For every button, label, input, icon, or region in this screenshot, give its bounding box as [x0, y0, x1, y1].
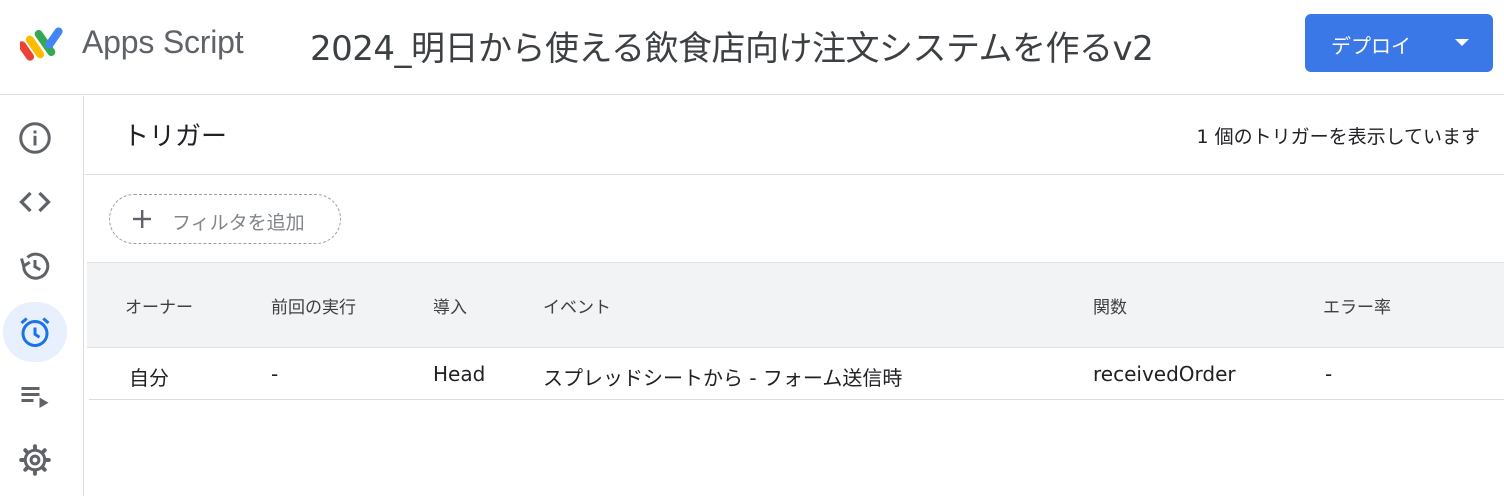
triggers-panel: トリガー 1 個のトリガーを表示しています フィルタを追加 オーナー 前回の実行…: [85, 96, 1504, 496]
code-icon: [19, 191, 51, 213]
gear-icon: [19, 444, 51, 476]
cell-function: receivedOrder: [1093, 362, 1236, 386]
cell-owner: 自分: [129, 366, 169, 390]
project-title[interactable]: 2024_明日から使える飲食店向け注文システムを作るv2: [310, 21, 1154, 70]
column-header-owner[interactable]: オーナー: [125, 293, 193, 318]
column-header-last-run[interactable]: 前回の実行: [271, 293, 356, 318]
column-header-deployment[interactable]: 導入: [433, 293, 467, 318]
deploy-button[interactable]: デプロイ: [1305, 14, 1493, 72]
history-icon: [20, 252, 50, 280]
sidebar-item-history[interactable]: [3, 236, 67, 296]
table-row[interactable]: 自分 - Head スプレッドシートから - フォーム送信時 receivedO…: [89, 348, 1504, 400]
alarm-clock-icon: [20, 317, 50, 347]
trigger-count-text: 1 個のトリガーを表示しています: [1196, 126, 1480, 148]
divider: [85, 174, 1504, 175]
sidebar-item-executions[interactable]: [3, 366, 67, 426]
cell-deployment: Head: [433, 362, 486, 386]
cell-event: スプレッドシートから - フォーム送信時: [543, 366, 903, 390]
sidebar-item-editor[interactable]: [3, 172, 67, 232]
dropdown-caret-icon[interactable]: [1455, 39, 1469, 46]
executions-icon: [21, 387, 49, 408]
plus-icon: [133, 210, 151, 228]
table-header-row: オーナー 前回の実行 導入 イベント 関数 エラー率: [87, 262, 1504, 348]
cell-last-run: -: [271, 362, 279, 386]
add-filter-button[interactable]: フィルタを追加: [109, 194, 341, 244]
apps-script-logo[interactable]: [20, 24, 64, 64]
info-icon: [19, 122, 51, 154]
column-header-error-rate[interactable]: エラー率: [1323, 293, 1391, 318]
app-name: Apps Script: [82, 24, 244, 60]
sidebar-item-overview[interactable]: [3, 108, 67, 168]
cell-error-rate: -: [1325, 362, 1333, 386]
add-filter-label: フィルタを追加: [172, 212, 305, 234]
column-header-event[interactable]: イベント: [543, 293, 611, 318]
deploy-button-label: デプロイ: [1331, 34, 1411, 58]
page-title: トリガー: [123, 122, 228, 152]
top-bar: Apps Script 2024_明日から使える飲食店向け注文システムを作るv2…: [0, 0, 1504, 95]
sidebar-item-triggers[interactable]: [3, 302, 67, 362]
sidebar: [0, 96, 84, 496]
sidebar-item-settings[interactable]: [3, 430, 67, 490]
column-header-function[interactable]: 関数: [1093, 293, 1127, 318]
